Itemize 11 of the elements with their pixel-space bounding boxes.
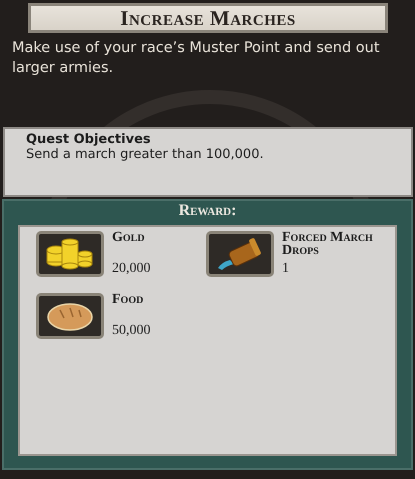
quest-description: Make use of your race’s Muster Point and send out larger armies. <box>12 40 380 76</box>
reward-heading: Reward: <box>178 202 236 220</box>
reward-amount: 1 <box>282 261 290 277</box>
reward-name: Gold <box>112 231 146 244</box>
objectives-heading: Quest Objectives <box>26 132 152 147</box>
reward-amount: 20,000 <box>112 261 152 277</box>
quest-title: Increase Marches <box>28 3 388 33</box>
reward-name: Forced March Drops <box>282 231 374 257</box>
objective-text: Send a march greater than 100,000. <box>26 147 265 162</box>
reward-name: Food <box>112 293 144 306</box>
reward-amount: 50,000 <box>112 323 152 339</box>
